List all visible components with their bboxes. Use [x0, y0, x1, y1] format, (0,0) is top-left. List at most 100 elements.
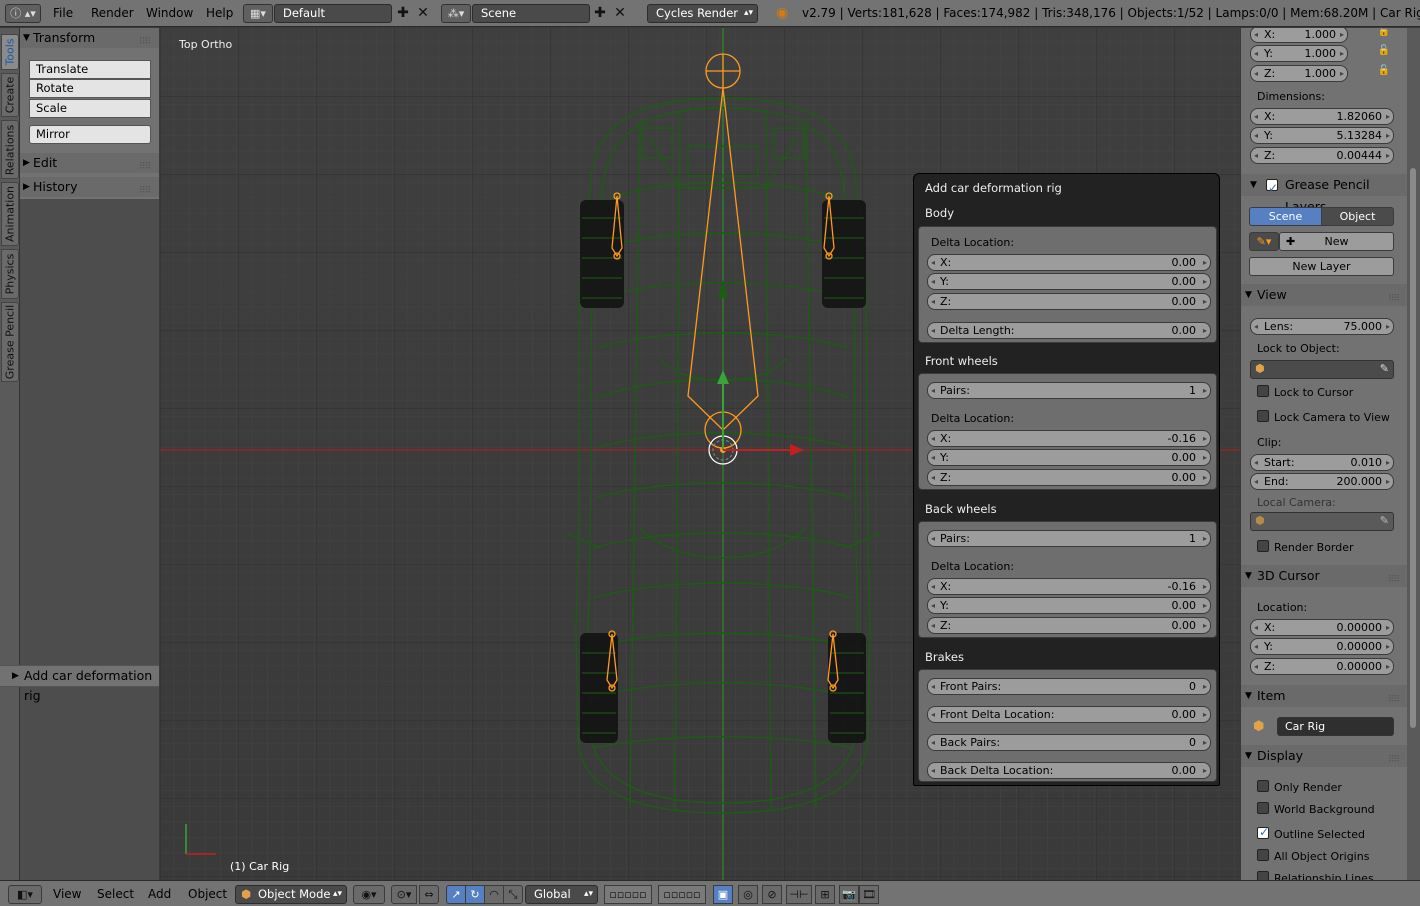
scene-icon[interactable]: ⁂▾ [441, 4, 471, 23]
rotate-manipulator-icon[interactable]: ↻ [465, 885, 485, 904]
editor-type-3d-view-icon[interactable]: ◧▾ [8, 885, 42, 904]
menu-select[interactable]: Select [97, 887, 134, 901]
delete-scene-icon[interactable]: ✕ [611, 5, 629, 23]
drag-grip-icon[interactable]: ⠿⠿ [1388, 569, 1402, 585]
eyedropper-icon[interactable]: ✎ [1380, 514, 1389, 527]
snap-target-icon[interactable]: ⊞ [815, 885, 835, 904]
lens-field[interactable]: ◂ Lens: 75.000 ▸ [1250, 318, 1394, 335]
drag-grip-icon[interactable]: ⠿⠿ [1388, 689, 1402, 705]
dimensions-z-field[interactable]: ◂ Z: 0.00444 ▸ [1250, 147, 1394, 164]
front-wheels-delta-y-field[interactable]: ◂ Y: 0.00 ▸ [927, 449, 1211, 466]
brakes-front-delta-field[interactable]: ◂ Front Delta Location: 0.00 ▸ [927, 706, 1211, 723]
back-wheels-delta-x-field[interactable]: ◂ X: -0.16 ▸ [927, 578, 1211, 595]
mirror-button[interactable]: Mirror [29, 125, 151, 144]
new-layer-button[interactable]: New Layer [1249, 257, 1394, 276]
add-layout-icon[interactable]: ✚ [394, 5, 412, 23]
body-delta-x-field[interactable]: ◂ X: 0.00 ▸ [927, 254, 1211, 271]
back-wheels-delta-y-field[interactable]: ◂ Y: 0.00 ▸ [927, 597, 1211, 614]
world-background-checkbox[interactable] [1257, 802, 1269, 814]
tab-tools[interactable]: Tools [1, 34, 19, 70]
scrollbar-thumb[interactable] [1410, 168, 1416, 728]
lock-camera-layers-icon[interactable]: ▣ [713, 885, 733, 904]
add-scene-icon[interactable]: ✚ [591, 5, 609, 23]
translate-manipulator-icon[interactable]: ↗ [446, 885, 466, 904]
cursor-z-field[interactable]: ◂ Z: 0.00000 ▸ [1250, 658, 1394, 675]
history-panel-header[interactable]: ▶ History ⠿⠿ [20, 177, 159, 197]
body-delta-z-field[interactable]: ◂ Z: 0.00 ▸ [927, 293, 1211, 310]
transform-orientation-dropdown[interactable]: Global ▴▾ [525, 885, 598, 904]
body-delta-y-field[interactable]: ◂ Y: 0.00 ▸ [927, 273, 1211, 290]
brakes-front-pairs-field[interactable]: ◂ Front Pairs: 0 ▸ [927, 678, 1211, 695]
menu-add[interactable]: Add [148, 887, 171, 901]
grease-pencil-new-button[interactable]: ✚ New [1279, 232, 1394, 251]
lock-object-field[interactable]: ⬢ ✎ [1250, 360, 1394, 379]
relationship-lines-checkbox[interactable] [1257, 871, 1269, 880]
translate-button[interactable]: Translate [29, 60, 151, 79]
back-wheels-pairs-field[interactable]: ◂ Pairs: 1 ▸ [927, 530, 1211, 547]
scale-button[interactable]: Scale [29, 99, 151, 118]
grease-pencil-enable-checkbox[interactable] [1266, 177, 1278, 199]
brakes-back-delta-field[interactable]: ◂ Back Delta Location: 0.00 ▸ [927, 762, 1211, 779]
eyedropper-icon[interactable]: ✎ [1380, 362, 1389, 375]
cursor-y-field[interactable]: ◂ Y: 0.00000 ▸ [1250, 638, 1394, 655]
display-panel-header[interactable]: ▼ Display ⠿⠿ [1241, 745, 1407, 767]
scene-dropdown[interactable]: Scene [472, 4, 590, 23]
drag-grip-icon[interactable]: ⠿⠿ [1388, 749, 1402, 765]
tab-create[interactable]: Create [1, 73, 19, 117]
render-border-checkbox[interactable] [1257, 540, 1269, 552]
scale-y-field[interactable]: ◂ Y: 1.000 ▸ [1250, 45, 1348, 62]
rotate-button[interactable]: Rotate [29, 79, 151, 98]
object-name-input[interactable]: Car Rig [1277, 717, 1394, 736]
menu-help[interactable]: Help [206, 6, 233, 20]
proportional-edit-icon[interactable]: ◎ [738, 885, 758, 904]
lock-camera-to-view-checkbox[interactable] [1257, 410, 1269, 422]
front-wheels-delta-z-field[interactable]: ◂ Z: 0.00 ▸ [927, 469, 1211, 486]
interaction-mode-dropdown[interactable]: ⬢ Object Mode ▴▾ [235, 885, 347, 904]
manipulator-toggle-icon[interactable]: ⇔ [419, 885, 439, 904]
front-wheels-pairs-field[interactable]: ◂ Pairs: 1 ▸ [927, 382, 1211, 399]
drag-grip-icon[interactable]: ⠿⠿ [139, 181, 153, 196]
curve-manipulator-icon[interactable]: ◠ [484, 885, 504, 904]
pivot-point-icon[interactable]: ⊙▾ [391, 885, 417, 904]
dimensions-x-field[interactable]: ◂ X: 1.82060 ▸ [1250, 108, 1394, 125]
drag-grip-icon[interactable]: ⠿⠿ [139, 32, 153, 47]
scale-manipulator-icon[interactable]: ⤡ [503, 885, 523, 904]
drag-grip-icon[interactable]: ⠿⠿ [1388, 288, 1402, 304]
tab-animation[interactable]: Animation [1, 182, 19, 246]
scene-layers-row2[interactable]: ▫▫▫▫▫ [658, 885, 706, 904]
3d-cursor-panel-header[interactable]: ▼ 3D Cursor ⠿⠿ [1241, 565, 1407, 587]
snap-element-icon[interactable]: ⊣⊢ [786, 885, 812, 904]
render-engine-dropdown[interactable]: Cycles Render ▴▾ [647, 4, 758, 23]
cursor-x-field[interactable]: ◂ X: 0.00000 ▸ [1250, 619, 1394, 636]
body-delta-length-field[interactable]: ◂ Delta Length: 0.00 ▸ [927, 322, 1211, 339]
all-object-origins-checkbox[interactable] [1257, 849, 1269, 861]
menu-window[interactable]: Window [146, 6, 193, 20]
render-animation-icon[interactable]: 🎞 [859, 885, 879, 904]
grease-pencil-object-tab[interactable]: Object [1321, 207, 1394, 226]
lock-to-cursor-checkbox[interactable] [1257, 385, 1269, 397]
viewport-shading-icon[interactable]: ◉▾ [353, 885, 385, 904]
dimensions-y-field[interactable]: ◂ Y: 5.13284 ▸ [1250, 127, 1394, 144]
editor-type-info-icon[interactable]: ⓘ ▴▾ [5, 4, 41, 23]
screen-layout-dropdown[interactable]: Default [274, 4, 392, 23]
grease-pencil-scene-tab[interactable]: Scene [1249, 207, 1322, 226]
tab-relations[interactable]: Relations [1, 120, 19, 179]
snap-icon[interactable]: ⊘ [762, 885, 782, 904]
menu-render[interactable]: Render [91, 6, 134, 20]
front-wheels-delta-x-field[interactable]: ◂ X: -0.16 ▸ [927, 430, 1211, 447]
screen-layout-icon[interactable]: ▦▾ [243, 4, 273, 23]
view-panel-header[interactable]: ▼ View ⠿⠿ [1241, 284, 1407, 306]
operator-panel-header[interactable]: ▶ Add car deformation rig [0, 665, 159, 703]
menu-file[interactable]: File [53, 6, 73, 20]
drag-grip-icon[interactable]: ⠿⠿ [139, 157, 153, 172]
scene-layers-row1[interactable]: ▫▫▫▫▫ [604, 885, 652, 904]
tab-physics[interactable]: Physics [1, 249, 19, 299]
item-panel-header[interactable]: ▼ Item ⠿⠿ [1241, 685, 1407, 707]
render-opengl-icon[interactable]: 📷 [839, 885, 859, 904]
edit-panel-header[interactable]: ▶ Edit ⠿⠿ [20, 153, 159, 173]
scale-z-field[interactable]: ◂ Z: 1.000 ▸ [1250, 65, 1348, 82]
clip-start-field[interactable]: ◂ Start: 0.010 ▸ [1250, 454, 1394, 471]
scale-x-field[interactable]: ◂ X: 1.000 ▸ [1250, 28, 1348, 43]
only-render-checkbox[interactable] [1257, 780, 1269, 792]
local-camera-field[interactable]: ⬢ ✎ [1250, 512, 1394, 531]
